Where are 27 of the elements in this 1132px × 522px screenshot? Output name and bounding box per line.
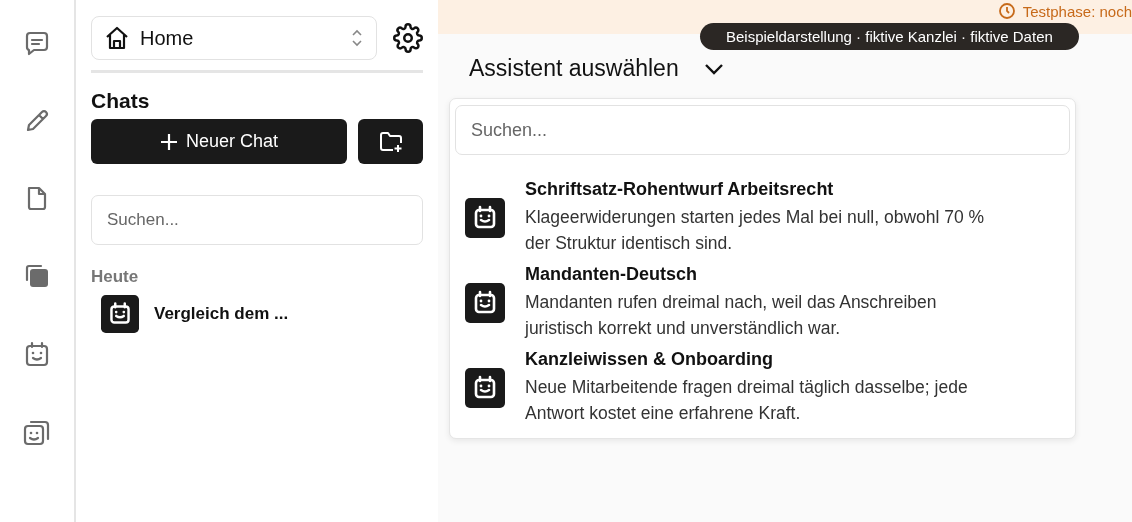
assistant-search-field[interactable]: Suchen...	[455, 105, 1070, 155]
trial-notice: Testphase: noch	[1022, 3, 1132, 20]
chevron-down-icon	[702, 61, 725, 76]
robot-face-icon	[465, 282, 505, 323]
assistant-description: Klageerwiderungen starten jedes Mal bei null, obwohl 70 % der Struktur identisch sind.	[525, 206, 986, 255]
robot-face-icon	[465, 197, 505, 238]
chat-search-field[interactable]: Suchen...	[91, 195, 423, 245]
clock-icon	[998, 3, 1015, 19]
new-folder-button[interactable]	[358, 119, 423, 164]
settings-icon[interactable]	[393, 23, 423, 53]
chats-heading: Chats	[91, 89, 151, 113]
robot-face-icon	[101, 295, 139, 333]
plus-icon	[159, 132, 178, 151]
assistant-description: Neue Mitarbeitende fragen dreimal täglich dasselbe; jede Antwort kostet eine erfahrene Kraft.	[525, 376, 969, 425]
assistant-title[interactable]: Schriftsatz-Rohentwurf Arbeitsrecht	[525, 179, 987, 200]
assistant-select[interactable]: Assistent auswählen	[469, 55, 725, 82]
assistant-description: Mandanten rufen dreimal nach, weil das Anschreiben juristisch korrekt und unverständlich war.	[525, 291, 938, 340]
chevrons-icon	[350, 28, 364, 48]
robot-face-icon	[465, 367, 505, 408]
workspace-select[interactable]: Home	[91, 16, 377, 60]
assistant-title[interactable]: Kanzleiwissen & Onboarding	[525, 349, 987, 370]
group-label: Heute	[91, 267, 140, 287]
chat-item[interactable]: Vergleich dem ...	[154, 304, 289, 324]
assistant-title[interactable]: Mandanten-Deutsch	[525, 264, 987, 285]
home-icon	[104, 25, 130, 51]
demo-badge: Beispieldarstellung · fiktive Kanzlei · fiktive Daten	[700, 23, 1079, 50]
new-chat-button[interactable]: Neuer Chat	[91, 119, 347, 164]
